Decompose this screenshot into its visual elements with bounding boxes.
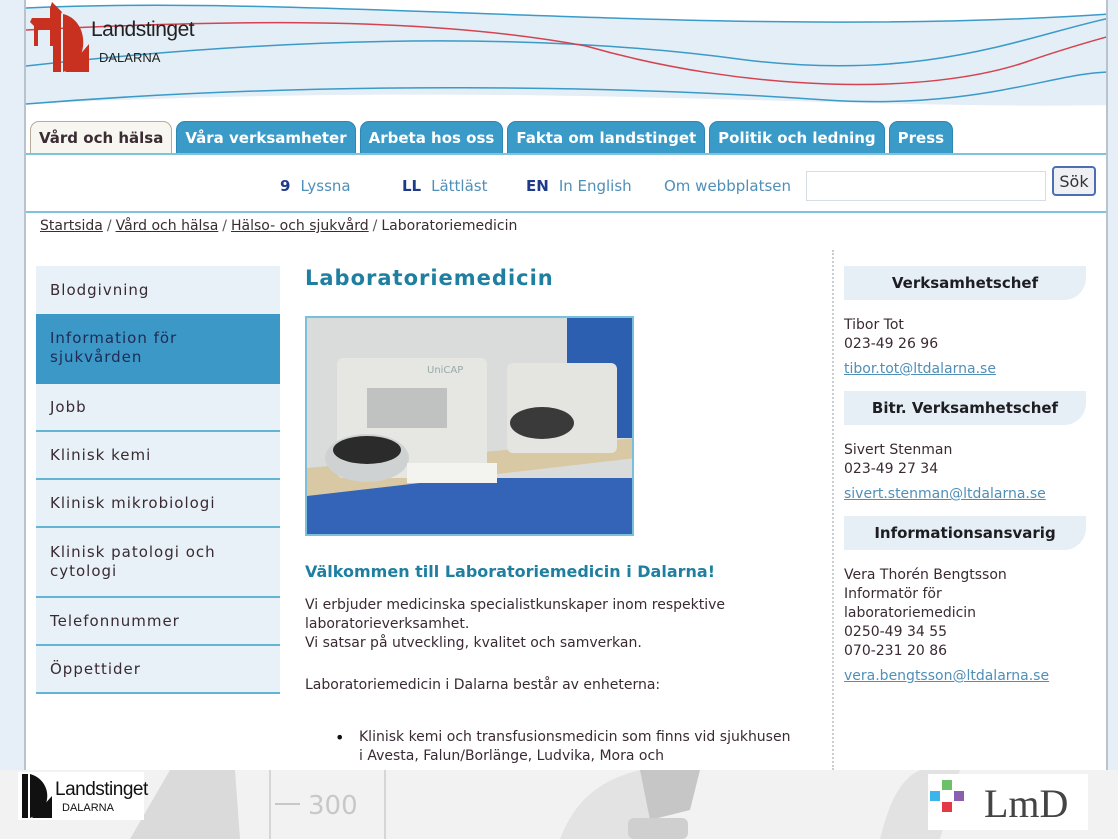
footer-bg-text: 300 [308, 791, 358, 821]
contact-section: Informationsansvarig Vera Thorén Bengtss… [844, 516, 1086, 686]
contact-phone: 023-49 26 96 [844, 336, 939, 352]
intro-line-2: Vi satsar på utveckling, kvalitet och sa… [305, 635, 642, 651]
utility-divider [26, 211, 1106, 213]
about-site-label: Om webbplatsen [664, 177, 792, 195]
list-item: Klinisk kemi och transfusionsmedicin som… [335, 728, 795, 766]
tab-vard-och-halsa[interactable]: Vård och hälsa [30, 121, 173, 153]
lab-photo-illustration: UniCAP [307, 318, 632, 534]
nav-item-klinisk-mikrobiologi[interactable]: Klinisk mikrobiologi [36, 480, 280, 528]
footer-logo-name: Landstinget [55, 779, 148, 800]
tab-vara-verksamheter[interactable]: Våra verksamheter [176, 121, 356, 153]
logo-name: Landstinget [91, 18, 195, 41]
contact-phone: 0250-49 34 55 [844, 624, 948, 640]
dala-horse-icon [30, 2, 62, 46]
contact-sidebar: Verksamhetschef Tibor Tot 023-49 26 96 t… [844, 266, 1086, 698]
nav-item-telefonnummer[interactable]: Telefonnummer [36, 598, 280, 646]
contact-section: Bitr. Verksamhetschef Sivert Stenman 023… [844, 391, 1086, 504]
contact-details: Vera Thorén Bengtsson Informatör för lab… [844, 550, 1086, 686]
units-list: Klinisk kemi och transfusionsmedicin som… [335, 728, 795, 766]
ear-icon: 9 [280, 177, 291, 195]
nav-item-jobb[interactable]: Jobb [36, 384, 280, 432]
contact-title: laboratoriemedicin [844, 605, 977, 621]
utility-bar: 9 Lyssna LL Lättläst EN In English Om we… [26, 155, 1106, 211]
about-site-link[interactable]: Om webbplatsen [664, 177, 791, 195]
nav-item-klinisk-kemi[interactable]: Klinisk kemi [36, 432, 280, 480]
nav-item-blodgivning[interactable]: Blodgivning [36, 266, 280, 314]
photo-label: UniCAP [427, 365, 463, 376]
easy-read-link[interactable]: LL Lättläst [402, 177, 488, 195]
contact-details: Tibor Tot 023-49 26 96 tibor.tot@ltdalar… [844, 300, 1086, 379]
nav-item-information-for-sjukvarden[interactable]: Information för sjukvården [36, 314, 280, 384]
main-tabs: Vård och hälsa Våra verksamheter Arbeta … [30, 121, 954, 153]
breadcrumb-separator: / [106, 218, 112, 234]
tab-arbeta-hos-oss[interactable]: Arbeta hos oss [359, 121, 504, 153]
lab-equipment-photo: UniCAP [305, 316, 634, 536]
breadcrumb-current: Laboratoriemedicin [381, 218, 518, 234]
contact-details: Sivert Stenman 023-49 27 34 sivert.stenm… [844, 425, 1086, 504]
header-banner: Landstinget DALARNA [26, 0, 1106, 115]
section-heading: Bitr. Verksamhetschef [844, 391, 1086, 425]
logo-subtitle: DALARNA [99, 50, 161, 65]
footer-logo-mark-icon [22, 774, 52, 818]
tab-politik-och-ledning[interactable]: Politik och ledning [709, 121, 885, 153]
welcome-heading: Välkommen till Laboratoriemedicin i Dala… [305, 562, 715, 581]
intro-line-1: Vi erbjuder medicinska specialistkunskap… [305, 597, 726, 632]
intro-paragraph: Vi erbjuder medicinska specialistkunskap… [305, 596, 805, 653]
easy-read-label: Lättläst [431, 177, 488, 195]
left-navigation: Blodgivning Information för sjukvården J… [36, 266, 280, 694]
footer-landstinget-logo: Landstinget DALARNA [18, 772, 148, 820]
column-divider [832, 250, 834, 770]
en-flag-icon: EN [526, 177, 549, 195]
lmd-cross-icon [930, 780, 964, 812]
breadcrumb-separator: / [222, 218, 228, 234]
contact-name: Tibor Tot [844, 317, 904, 333]
listen-label: Lyssna [300, 177, 351, 195]
contact-phone: 023-49 27 34 [844, 461, 939, 477]
breadcrumb: Startsida / Vård och hälsa / Hälso- och sjuk… [40, 218, 517, 234]
contact-email-link[interactable]: tibor.tot@ltdalarna.se [844, 360, 1086, 379]
units-intro: Laboratoriemedicin i Dalarna består av e… [305, 677, 661, 693]
main-content: Laboratoriemedicin UniCAP Välkommen till… [305, 266, 815, 764]
slide-frame: Landstinget DALARNA Vård och hälsa Våra … [0, 0, 1118, 839]
search-button[interactable]: Sök [1052, 166, 1096, 196]
contact-section: Verksamhetschef Tibor Tot 023-49 26 96 t… [844, 266, 1086, 379]
footer-logo-subtitle: DALARNA [62, 802, 114, 814]
contact-name: Sivert Stenman [844, 442, 953, 458]
section-heading: Informationsansvarig [844, 516, 1086, 550]
lmd-text: LmD [984, 781, 1069, 826]
listen-link[interactable]: 9 Lyssna [280, 177, 351, 195]
easy-read-icon: LL [402, 177, 422, 195]
slide-footer: 300 Landstinget DALARNA LmD [0, 770, 1118, 839]
nav-item-oppettider[interactable]: Öppettider [36, 646, 280, 694]
tab-press[interactable]: Press [888, 121, 954, 153]
contact-email-link[interactable]: vera.bengtsson@ltdalarna.se [844, 667, 1086, 686]
english-link[interactable]: EN In English [526, 177, 632, 195]
lmd-logo: LmD [928, 774, 1088, 830]
page-title: Laboratoriemedicin [305, 266, 554, 290]
search-input[interactable] [806, 171, 1046, 201]
nav-item-klinisk-patologi[interactable]: Klinisk patologi och cytologi [36, 528, 280, 598]
breadcrumb-halso-och-sjukvard[interactable]: Hälso- och sjukvård [231, 218, 369, 234]
breadcrumb-vard-och-halsa[interactable]: Vård och hälsa [116, 218, 219, 234]
contact-email-link[interactable]: sivert.stenman@ltdalarna.se [844, 485, 1086, 504]
contact-name: Vera Thorén Bengtsson [844, 567, 1007, 583]
tab-fakta-om-landstinget[interactable]: Fakta om landstinget [507, 121, 706, 153]
english-label: In English [558, 177, 632, 195]
section-heading: Verksamhetschef [844, 266, 1086, 300]
landstinget-logo[interactable]: Landstinget DALARNA [51, 12, 211, 76]
web-page: Landstinget DALARNA Vård och hälsa Våra … [24, 0, 1108, 770]
breadcrumb-separator: / [372, 218, 378, 234]
breadcrumb-startsida[interactable]: Startsida [40, 218, 103, 234]
contact-mobile: 070-231 20 86 [844, 643, 948, 659]
contact-title: Informatör för [844, 586, 942, 602]
